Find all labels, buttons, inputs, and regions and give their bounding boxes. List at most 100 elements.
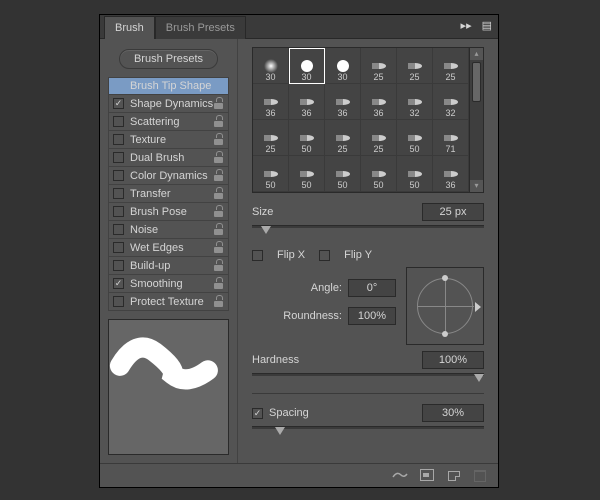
hardness-value[interactable]: 100% — [422, 351, 484, 369]
lock-icon[interactable] — [214, 133, 224, 145]
brush-tip-cell[interactable]: 36 — [433, 156, 469, 192]
option-checkbox[interactable] — [113, 224, 124, 235]
option-color-dynamics[interactable]: Color Dynamics — [108, 167, 229, 185]
option-checkbox[interactable] — [113, 98, 124, 109]
option-label: Color Dynamics — [130, 170, 208, 182]
panel-menu-icon[interactable]: ▤ — [482, 19, 492, 32]
brush-tip-cell[interactable]: 50 — [253, 156, 289, 192]
roundness-value[interactable]: 100% — [348, 307, 396, 325]
brush-tip-size: 25 — [445, 72, 455, 82]
option-checkbox[interactable] — [113, 116, 124, 127]
option-checkbox[interactable] — [113, 188, 124, 199]
brush-tip-cell[interactable]: 30 — [289, 48, 325, 84]
brush-tip-cell[interactable]: 32 — [433, 84, 469, 120]
brush-tip-cell[interactable]: 32 — [397, 84, 433, 120]
flip-x-checkbox[interactable] — [252, 250, 263, 261]
hardness-slider[interactable] — [252, 371, 484, 385]
option-label: Transfer — [130, 188, 171, 200]
option-transfer[interactable]: Transfer — [108, 185, 229, 203]
brush-tip-cell[interactable]: 36 — [253, 84, 289, 120]
option-label: Build-up — [130, 260, 170, 272]
new-brush-icon[interactable] — [448, 471, 460, 481]
angle-value[interactable]: 0° — [348, 279, 396, 297]
option-texture[interactable]: Texture — [108, 131, 229, 149]
lock-icon[interactable] — [214, 169, 224, 181]
option-label: Noise — [130, 224, 158, 236]
lock-icon[interactable] — [214, 97, 224, 109]
option-build-up[interactable]: Build-up — [108, 257, 229, 275]
grid-scrollbar[interactable]: ▴ ▾ — [470, 47, 484, 193]
option-brush-pose[interactable]: Brush Pose — [108, 203, 229, 221]
option-scattering[interactable]: Scattering — [108, 113, 229, 131]
lock-icon[interactable] — [214, 187, 224, 199]
brush-tip-cell[interactable]: 30 — [253, 48, 289, 84]
brush-tip-size: 32 — [445, 108, 455, 118]
brush-tip-size: 50 — [301, 180, 311, 190]
option-checkbox[interactable] — [113, 278, 124, 289]
option-checkbox[interactable] — [113, 260, 124, 271]
brush-tip-cell[interactable]: 50 — [289, 120, 325, 156]
brush-tip-cell[interactable]: 50 — [325, 156, 361, 192]
brush-tip-cell[interactable]: 25 — [325, 120, 361, 156]
brush-presets-button[interactable]: Brush Presets — [119, 49, 218, 69]
option-checkbox[interactable] — [113, 134, 124, 145]
spacing-checkbox[interactable] — [252, 408, 263, 419]
lock-icon[interactable] — [214, 241, 224, 253]
option-checkbox[interactable] — [113, 296, 124, 307]
brush-tip-cell[interactable]: 25 — [433, 48, 469, 84]
tab-brush-presets[interactable]: Brush Presets — [155, 16, 246, 39]
option-smoothing[interactable]: Smoothing — [108, 275, 229, 293]
brush-tip-cell[interactable]: 50 — [361, 156, 397, 192]
brush-tip-cell[interactable]: 36 — [289, 84, 325, 120]
scroll-down-icon[interactable]: ▾ — [470, 180, 483, 192]
brush-tip-size: 30 — [265, 72, 275, 82]
toggle-preview-icon[interactable] — [392, 469, 408, 483]
brush-tip-cell[interactable]: 36 — [361, 84, 397, 120]
panel-footer — [100, 463, 498, 487]
brush-tip-size: 36 — [445, 180, 455, 190]
option-noise[interactable]: Noise — [108, 221, 229, 239]
lock-icon[interactable] — [214, 295, 224, 307]
spacing-slider[interactable] — [252, 424, 484, 438]
scroll-thumb[interactable] — [472, 62, 481, 102]
option-protect-texture[interactable]: Protect Texture — [108, 293, 229, 311]
option-dual-brush[interactable]: Dual Brush — [108, 149, 229, 167]
brush-tip-cell[interactable]: 25 — [397, 48, 433, 84]
brush-tip-cell[interactable]: 30 — [325, 48, 361, 84]
brush-tip-size: 25 — [373, 144, 383, 154]
flip-y-checkbox[interactable] — [319, 250, 330, 261]
lock-icon[interactable] — [214, 115, 224, 127]
lock-icon[interactable] — [214, 205, 224, 217]
brush-tip-cell[interactable]: 25 — [361, 120, 397, 156]
tab-brush[interactable]: Brush — [104, 16, 155, 39]
size-slider[interactable] — [252, 223, 484, 237]
angle-compass[interactable] — [406, 267, 484, 345]
option-checkbox[interactable] — [113, 206, 124, 217]
brush-tip-cell[interactable]: 25 — [253, 120, 289, 156]
toggle-panel-icon[interactable] — [420, 469, 436, 483]
lock-icon[interactable] — [214, 277, 224, 289]
option-wet-edges[interactable]: Wet Edges — [108, 239, 229, 257]
brush-tip-size: 30 — [301, 72, 311, 82]
option-checkbox[interactable] — [113, 242, 124, 253]
stroke-preview-svg — [109, 320, 228, 393]
spacing-value[interactable]: 30% — [422, 404, 484, 422]
trash-icon[interactable] — [472, 469, 488, 483]
lock-icon[interactable] — [214, 223, 224, 235]
option-checkbox[interactable] — [113, 152, 124, 163]
option-checkbox[interactable] — [113, 170, 124, 181]
option-shape-dynamics[interactable]: Shape Dynamics — [108, 95, 229, 113]
size-value[interactable]: 25 px — [422, 203, 484, 221]
brush-tip-cell[interactable]: 36 — [325, 84, 361, 120]
lock-icon[interactable] — [214, 151, 224, 163]
brush-tip-size: 36 — [337, 108, 347, 118]
lock-icon[interactable] — [214, 259, 224, 271]
snap-icon[interactable]: ▸▸ — [461, 19, 472, 32]
option-brush-tip-shape[interactable]: Brush Tip Shape — [108, 77, 229, 95]
brush-tip-cell[interactable]: 50 — [289, 156, 325, 192]
brush-tip-cell[interactable]: 50 — [397, 156, 433, 192]
brush-tip-cell[interactable]: 25 — [361, 48, 397, 84]
brush-tip-cell[interactable]: 71 — [433, 120, 469, 156]
scroll-up-icon[interactable]: ▴ — [470, 48, 483, 60]
brush-tip-cell[interactable]: 50 — [397, 120, 433, 156]
